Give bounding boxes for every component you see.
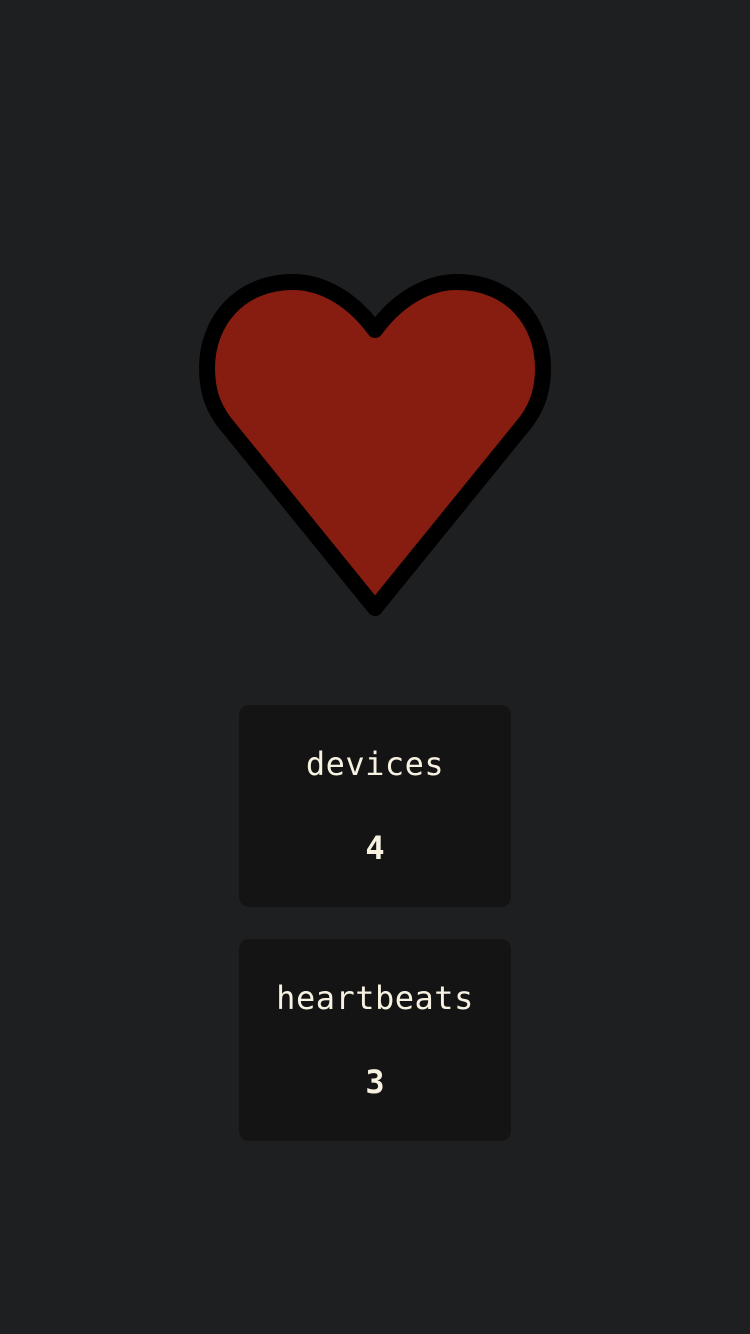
devices-label: devices	[305, 745, 445, 783]
heart-icon	[199, 272, 551, 620]
heartbeats-label: heartbeats	[276, 979, 474, 1017]
heart-icon-svg	[199, 274, 551, 616]
devices-count: 4	[365, 829, 385, 867]
devices-card: devices 4	[239, 705, 511, 907]
heartbeats-card: heartbeats 3	[239, 939, 511, 1141]
heartbeats-count: 3	[365, 1063, 385, 1101]
heart-shape	[199, 274, 551, 616]
